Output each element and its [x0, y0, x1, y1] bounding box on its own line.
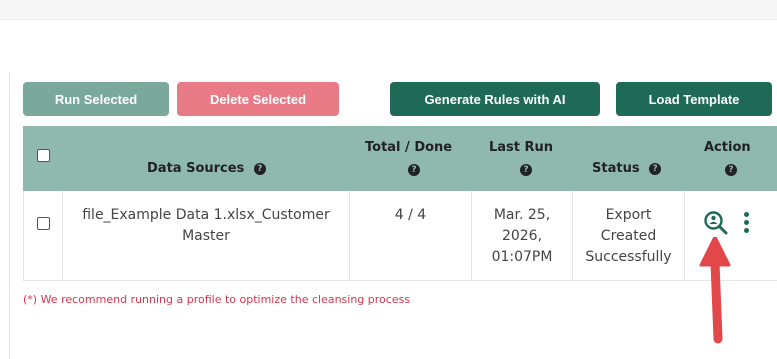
total-done-cell: 4 / 4: [394, 207, 427, 223]
more-vertical-icon[interactable]: [742, 211, 752, 235]
data-sources-table: Data Sources ? Total / Done ? Last Run ?…: [23, 126, 777, 281]
help-icon[interactable]: ?: [649, 162, 662, 175]
header-action-label: Action: [704, 140, 751, 155]
generate-rules-button[interactable]: Generate Rules with AI: [390, 82, 600, 116]
header-data-sources-label: Data Sources: [147, 161, 245, 176]
view-details-icon[interactable]: [703, 210, 729, 236]
table-header: Data Sources ? Total / Done ? Last Run ?…: [23, 126, 777, 191]
kebab-dot: [744, 212, 749, 217]
status-line: Created: [600, 228, 657, 244]
help-icon[interactable]: ?: [253, 162, 266, 175]
delete-selected-button[interactable]: Delete Selected: [177, 82, 339, 116]
header-status-label: Status: [592, 161, 640, 176]
panel-left-border: [9, 72, 10, 359]
header-last-run: Last Run: [489, 140, 553, 155]
header-last-run-label: Last Run: [489, 140, 554, 155]
select-all-checkbox[interactable]: [37, 149, 50, 162]
help-icon[interactable]: ?: [520, 164, 532, 176]
kebab-dot: [744, 228, 749, 233]
header-data-sources: Data Sources ?: [147, 161, 266, 176]
table-row: file_Example Data 1.xlsx_Customer Master…: [23, 191, 777, 281]
load-template-button[interactable]: Load Template: [616, 82, 772, 116]
help-icon[interactable]: ?: [408, 164, 420, 176]
last-run-date: Mar. 25,: [493, 207, 551, 223]
header-status: Status ?: [592, 161, 662, 176]
last-run-year: 2026,: [501, 228, 543, 244]
data-source-name-cont: Master: [182, 228, 230, 244]
last-run-time: 01:07PM: [491, 249, 553, 265]
kebab-dot: [744, 220, 749, 225]
data-source-name: file_Example Data 1.xlsx_Customer: [82, 207, 330, 223]
data-source-cell: file_Example Data 1.xlsx_Customer Master: [63, 205, 349, 247]
row-checkbox[interactable]: [37, 217, 50, 230]
help-icon[interactable]: ?: [725, 164, 737, 176]
status-line: Successfully: [585, 249, 672, 265]
last-run-cell: Mar. 25, 2026, 01:07PM: [472, 205, 572, 268]
column-divider: [684, 191, 685, 281]
header-total-done-label: Total / Done: [365, 140, 453, 155]
status-cell: Export Created Successfully: [573, 205, 684, 268]
top-bar: [0, 0, 777, 20]
header-total-done: Total / Done: [365, 140, 452, 155]
run-selected-button[interactable]: Run Selected: [23, 82, 169, 116]
status-line: Export: [605, 207, 652, 223]
header-action: Action: [704, 140, 751, 155]
red-arrow-annotation: [699, 237, 731, 344]
profile-recommendation-note: (*) We recommend running a profile to op…: [23, 293, 411, 306]
